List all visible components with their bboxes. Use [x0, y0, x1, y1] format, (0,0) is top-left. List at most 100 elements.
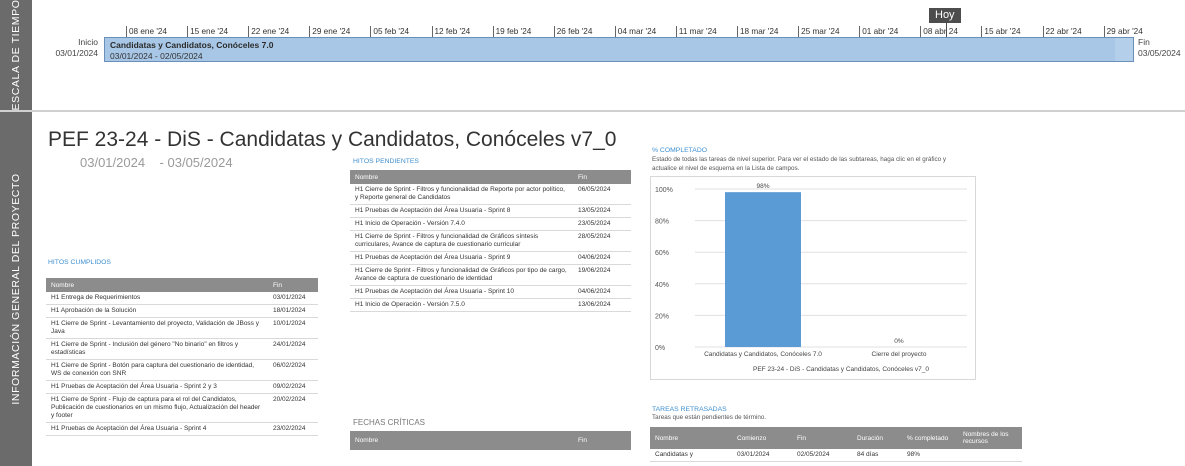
cell-value	[958, 449, 1022, 462]
column-header[interactable]: % completado	[902, 427, 958, 449]
column-header[interactable]: Duración	[852, 427, 902, 449]
cell-name: H1 Cierre de Sprint - Filtros y funciona…	[350, 230, 573, 252]
table-row[interactable]: H1 Pruebas de Aceptación del Área Usuari…	[46, 380, 318, 394]
table-row[interactable]: H1 Inicio de Operación - Versión 7.5.0 13…	[350, 298, 631, 312]
timeline-tick: 08 abr 24	[920, 26, 958, 37]
end-label: Fin	[1138, 37, 1150, 47]
column-header[interactable]: Nombre	[650, 427, 732, 449]
y-tick-label: 60%	[655, 250, 669, 257]
y-tick-label: 0%	[655, 345, 665, 352]
end-date: 03/05/2024	[1138, 48, 1181, 58]
cell-value: 84 días	[852, 449, 902, 462]
table-row[interactable]: H1 Pruebas de Aceptación del Área Usuari…	[350, 204, 631, 218]
info-sidebar-label: INFORMACIÓN GENERAL DEL PROYECTO	[10, 173, 22, 405]
timeline-tick: 15 ene '24	[187, 26, 228, 37]
table-row[interactable]: H1 Inicio de Operación - Versión 7.4.0 23…	[350, 217, 631, 231]
cell-name: H1 Entrega de Requerimientos	[46, 292, 268, 305]
table-row[interactable]: H1 Cierre de Sprint - Filtros y funciona…	[350, 184, 631, 205]
timeline-task-dates: 03/01/2024 - 02/05/2024	[110, 51, 203, 61]
table-row[interactable]: Candidatas y 03/01/2024 02/05/2024 84 días 9…	[650, 449, 1022, 462]
cell-value: 23/05/2024	[573, 217, 631, 231]
column-header[interactable]: Nombres de los recursos	[958, 427, 1022, 449]
y-tick-label: 80%	[655, 219, 669, 226]
x-tick-label: Cierre del proyecto	[872, 351, 927, 358]
cell-name: H1 Cierre de Sprint - Botón para captura…	[46, 359, 268, 381]
cell-value: 03/01/2024	[268, 292, 318, 305]
timeline-tick: 25 mar '24	[798, 26, 840, 37]
cell-name: H1 Aprobación de la Solución	[46, 304, 268, 318]
table-row[interactable]: H1 Pruebas de Aceptación del Área Usuari…	[350, 285, 631, 299]
timeline-tick: 29 abr '24	[1103, 26, 1143, 37]
x-axis-label: PEF 23-24 - DiS - Candidatas y Candidato…	[753, 366, 929, 373]
table-row[interactable]: H1 Cierre de Sprint - Botón para captura…	[46, 359, 318, 381]
project-date-separator: -	[159, 155, 164, 170]
data-label: 98%	[756, 183, 769, 190]
retrasadas-table[interactable]: Nombre Comienzo Fin Duración% completado Nom…	[650, 427, 1022, 462]
cell-value: 04/06/2024	[573, 251, 631, 265]
column-header[interactable]: Nombre	[46, 278, 268, 292]
completion-chart-svg: 0% 20% 40% 60% 80% 100% 98% Candidatas y Candid…	[655, 183, 967, 373]
table-row[interactable]: H1 Cierre de Sprint - Inclusión del géne…	[46, 338, 318, 360]
project-end: 03/05/2024	[167, 155, 233, 170]
column-header[interactable]: Nombre	[350, 170, 573, 184]
cell-value: 09/02/2024	[268, 380, 318, 394]
table-row[interactable]: H1 Pruebas de Aceptación del Área Usuari…	[46, 422, 318, 436]
cell-value: 19/06/2024	[573, 264, 631, 286]
table-row[interactable]: H1 Cierre de Sprint - Filtros y funciona…	[350, 230, 631, 252]
cell-name: H1 Inicio de Operación - Versión 7.5.0	[350, 298, 573, 312]
table-row[interactable]: H1 Cierre de Sprint - Flujo de captura p…	[46, 393, 318, 423]
table-row[interactable]: H1 Entrega de Requerimientos 03/01/2024	[46, 292, 318, 305]
cell-value: 18/01/2024	[268, 304, 318, 318]
column-header[interactable]: Fin	[792, 427, 852, 449]
timeline[interactable]: 08 ene '24 15 ene '24 22 ene '24 29 ene '24…	[32, 0, 1185, 110]
timeline-start: Inicio 03/01/2024	[50, 37, 98, 59]
timeline-tick: 08 ene '24	[126, 26, 167, 37]
column-header[interactable]: Comienzo	[732, 427, 792, 449]
cell-value: 02/05/2024	[792, 449, 852, 462]
table-row[interactable]: H1 Pruebas de Aceptación del Área Usuari…	[350, 251, 631, 265]
cell-name: H1 Pruebas de Aceptación del Área Usuari…	[46, 380, 268, 394]
timeline-sidebar: ESCALA DE TIEMPO	[0, 0, 32, 110]
cell-name: H1 Cierre de Sprint - Filtros y funciona…	[350, 184, 573, 205]
table-row[interactable]: H1 Cierre de Sprint - Filtros y funciona…	[350, 264, 631, 286]
data-label: 0%	[894, 338, 904, 345]
column-header[interactable]: Fin	[268, 278, 318, 292]
cell-name: H1 Cierre de Sprint - Filtros y funciona…	[350, 264, 573, 286]
cell-name: H1 Cierre de Sprint - Flujo de captura p…	[46, 393, 268, 423]
timeline-end: Fin 03/05/2024	[1138, 37, 1181, 59]
timeline-sidebar-label: ESCALA DE TIEMPO	[10, 0, 22, 111]
cell-value: 10/01/2024	[268, 317, 318, 339]
timeline-task-bar[interactable]: Candidatas y Candidatos, Conóceles 7.0 0…	[104, 37, 1134, 62]
table-row[interactable]: H1 Cierre de Sprint - Levantamiento del …	[46, 317, 318, 339]
y-tick-label: 40%	[655, 282, 669, 289]
cell-value: 28/05/2024	[573, 230, 631, 252]
completado-description: Estado de todas las tareas de nivel supe…	[652, 156, 947, 172]
cell-name: H1 Inicio de Operación - Versión 7.4.0	[350, 217, 573, 231]
cell-name: H1 Pruebas de Aceptación del Área Usuari…	[350, 285, 573, 299]
start-label: Inicio	[78, 37, 98, 47]
hitos-cumplidos-title: HITOS CUMPLIDOS	[48, 259, 111, 266]
cell-name: Candidatas y	[650, 449, 732, 462]
today-marker: Hoy	[929, 8, 961, 23]
cell-value: 20/02/2024	[268, 393, 318, 423]
cell-value: 13/06/2024	[573, 298, 631, 312]
project-dates: 03/01/2024 - 03/05/2024	[80, 155, 233, 170]
column-header[interactable]: Fin	[573, 170, 631, 184]
retrasadas-subtitle: Tareas que están pendientes de término.	[652, 414, 767, 421]
completion-chart[interactable]: 0% 20% 40% 60% 80% 100% 98% Candidatas y Candid…	[650, 176, 976, 380]
page-title: PEF 23-24 - DiS - Candidatas y Candidato…	[48, 128, 617, 151]
timeline-task-name: Candidatas y Candidatos, Conóceles 7.0	[110, 40, 274, 50]
hitos-pendientes-table[interactable]: Nombre Fin H1 Cierre de Sprint - Filtros…	[350, 170, 631, 312]
cell-name: H1 Pruebas de Aceptación del Área Usuari…	[350, 204, 573, 218]
column-header[interactable]: Nombre	[350, 431, 573, 450]
hitos-cumplidos-table[interactable]: Nombre Fin H1 Entrega de Requerimientos 0…	[46, 278, 318, 436]
timeline-tick: 05 feb '24	[370, 26, 409, 37]
cell-name: H1 Pruebas de Aceptación del Área Usuari…	[46, 422, 268, 436]
start-date: 03/01/2024	[55, 48, 98, 58]
fechas-criticas-table[interactable]: Nombre Fin	[350, 431, 631, 450]
timeline-tick: 26 feb '24	[553, 26, 592, 37]
bar	[725, 192, 801, 347]
cell-name: H1 Cierre de Sprint - Inclusión del géne…	[46, 338, 268, 360]
table-row[interactable]: H1 Aprobación de la Solución 18/01/2024	[46, 304, 318, 318]
column-header[interactable]: Fin	[573, 431, 631, 450]
